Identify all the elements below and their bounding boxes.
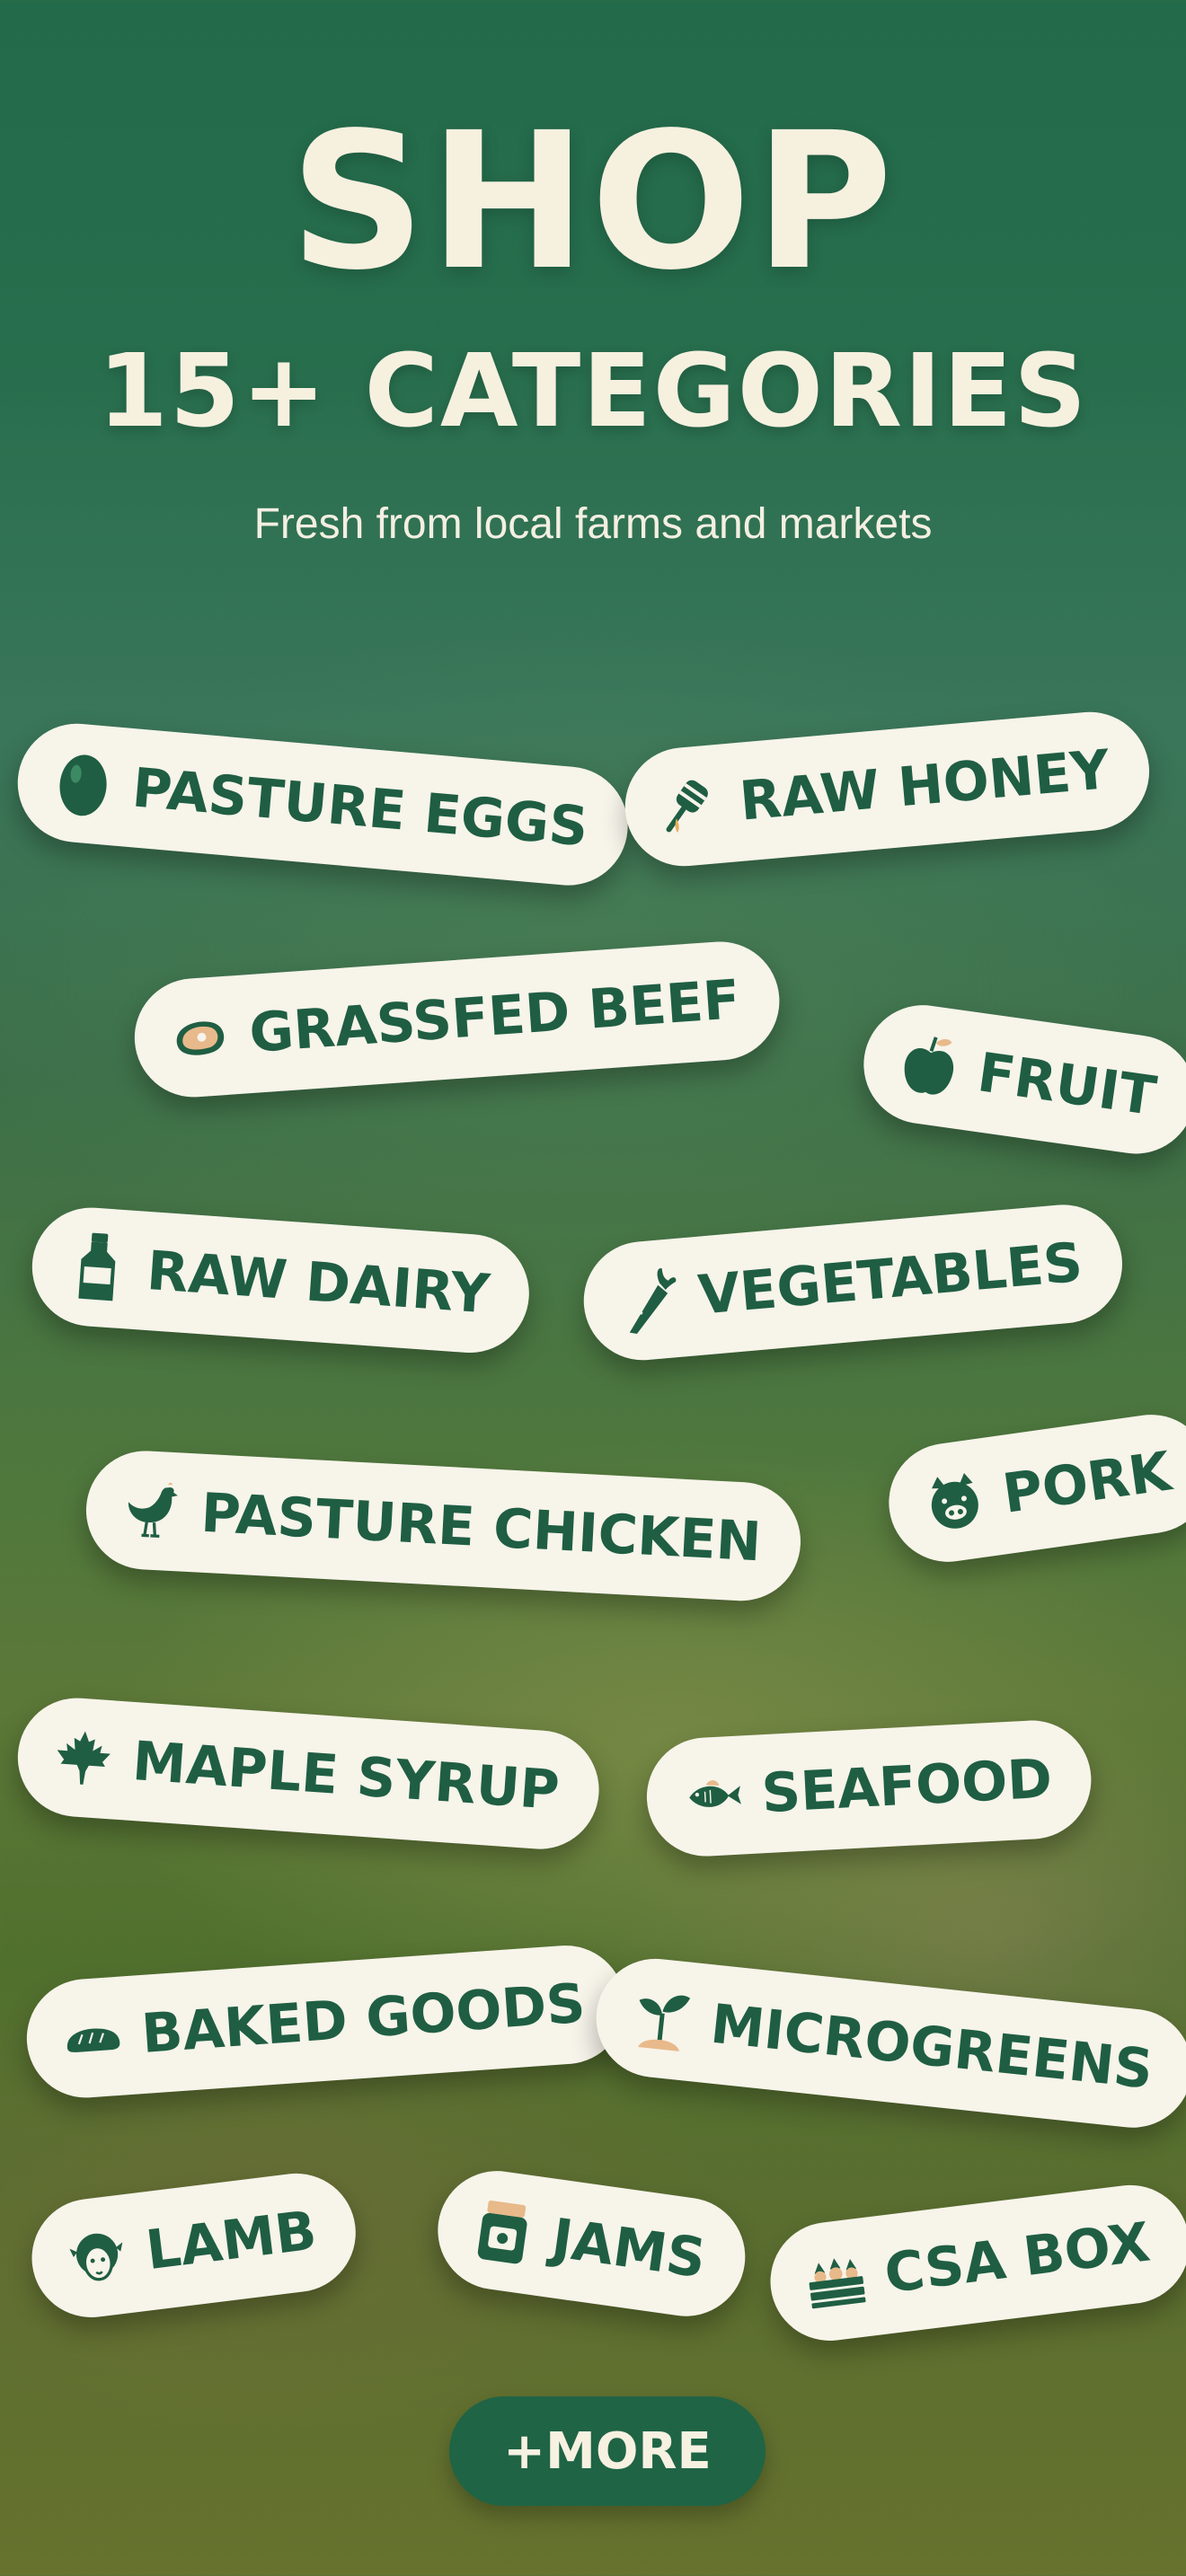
category-vegetables[interactable]: VEGETABLES <box>579 1199 1127 1365</box>
sprout-icon <box>629 1980 695 2057</box>
category-microgreens[interactable]: MICROGREENS <box>590 1953 1186 2134</box>
category-label: PORK <box>998 1440 1175 1526</box>
page-tagline: Fresh from local farms and markets <box>253 500 933 548</box>
category-label: SEAFOOD <box>759 1747 1054 1826</box>
steak-icon <box>168 1000 232 1075</box>
pig-icon <box>920 1462 988 1541</box>
category-label: FRUIT <box>973 1041 1160 1129</box>
category-label: PASTURE CHICKEN <box>199 1481 763 1575</box>
maple-leaf-icon <box>51 1720 115 1795</box>
category-label: RAW DAIRY <box>145 1239 492 1327</box>
fish-icon <box>681 1760 744 1834</box>
sheep-icon <box>64 2218 131 2296</box>
category-lamb[interactable]: LAMB <box>24 2166 363 2325</box>
category-pasture-eggs[interactable]: PASTURE EGGS <box>13 719 633 891</box>
category-pasture-chicken[interactable]: PASTURE CHICKEN <box>83 1448 804 1604</box>
category-seafood[interactable]: SEAFOOD <box>643 1717 1095 1859</box>
category-label: GRASSFED BEEF <box>247 968 742 1065</box>
carrot-icon <box>616 1262 682 1338</box>
chicken-icon <box>120 1473 183 1548</box>
milk-bottle-icon <box>66 1230 129 1305</box>
category-grassfed-beef[interactable]: GRASSFED BEEF <box>130 938 783 1101</box>
category-label: MAPLE SYRUP <box>130 1730 562 1823</box>
category-label: PASTURE EGGS <box>129 756 591 860</box>
category-label: JAMS <box>547 2207 710 2291</box>
category-label: LAMB <box>142 2199 321 2283</box>
category-label: MICROGREENS <box>707 1992 1156 2102</box>
egg-icon <box>50 745 116 822</box>
category-label: VEGETABLES <box>695 1231 1085 1328</box>
category-csa-box[interactable]: CSA BOX <box>763 2178 1186 2348</box>
category-pork[interactable]: PORK <box>881 1407 1186 1570</box>
category-raw-honey[interactable]: RAW HONEY <box>620 707 1155 871</box>
category-baked-goods[interactable]: BAKED GOODS <box>22 1941 629 2102</box>
category-label: RAW HONEY <box>737 737 1112 834</box>
category-jams[interactable]: JAMS <box>429 2163 753 2325</box>
page-subtitle: 15+ CATEGORIES <box>97 333 1088 450</box>
bread-icon <box>60 2000 124 2076</box>
category-label: BAKED GOODS <box>139 1972 588 2066</box>
category-fruit[interactable]: FRUIT <box>855 997 1186 1162</box>
produce-crate-icon <box>802 2241 870 2319</box>
category-label: CSA BOX <box>881 2210 1154 2307</box>
category-raw-dairy[interactable]: RAW DAIRY <box>28 1204 534 1357</box>
more-button[interactable]: +MORE <box>449 2396 766 2506</box>
honey-dipper-icon <box>658 768 723 844</box>
category-maple-syrup[interactable]: MAPLE SYRUP <box>13 1694 603 1854</box>
jam-jar-icon <box>469 2192 537 2271</box>
apple-icon <box>895 1026 963 1105</box>
page-title: SHOP <box>289 92 897 312</box>
